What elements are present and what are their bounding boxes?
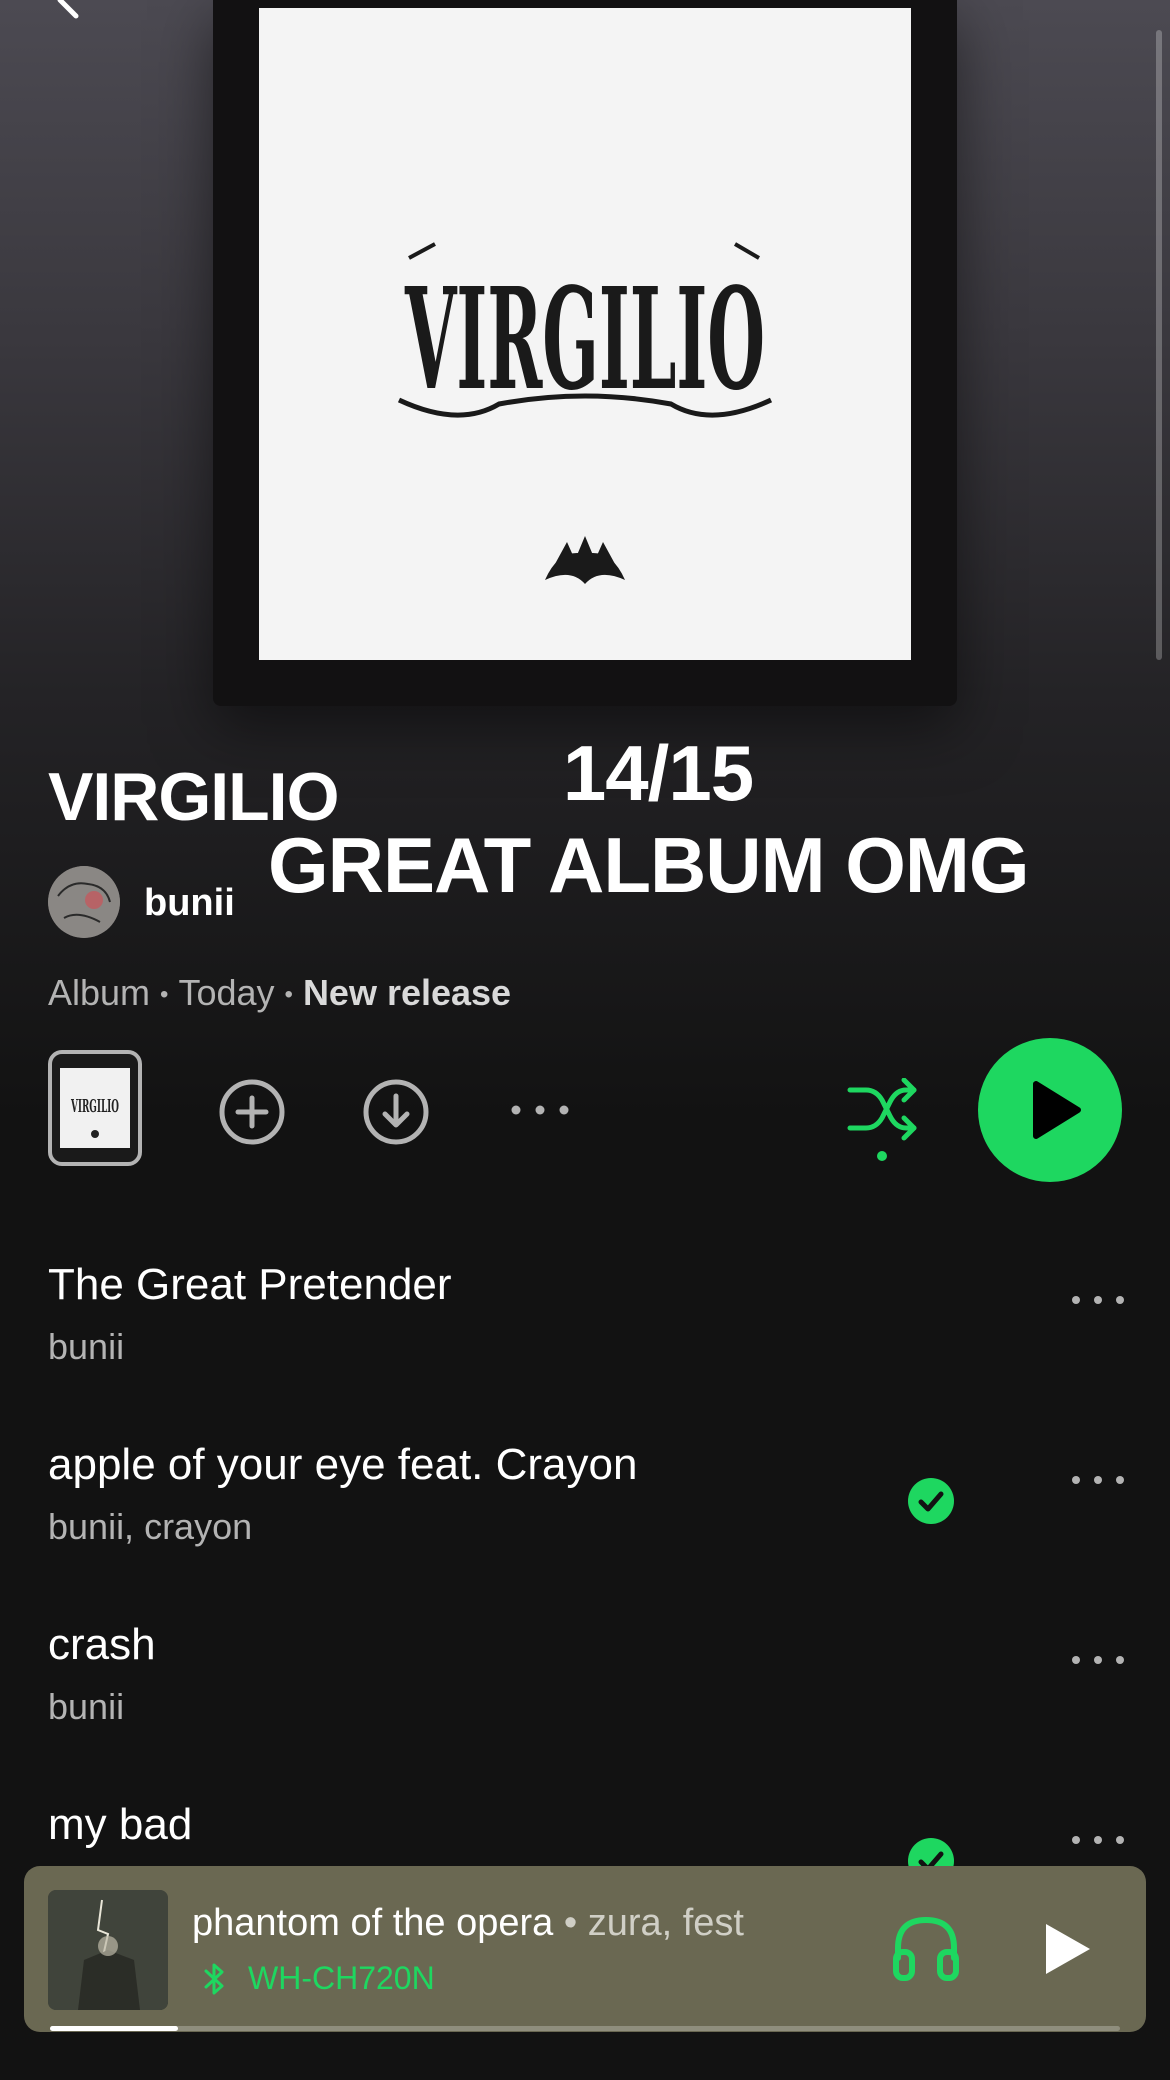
track-artist: bunii bbox=[48, 1326, 125, 1367]
more-icon[interactable] bbox=[1068, 1830, 1128, 1850]
track-artist: bunii, crayon bbox=[48, 1506, 253, 1547]
track-title: apple of your eye feat. Crayon bbox=[48, 1440, 638, 1489]
scrollbar-thumb[interactable] bbox=[1156, 30, 1162, 660]
play-icon bbox=[1033, 1081, 1081, 1139]
shuffle-icon[interactable] bbox=[846, 1078, 920, 1168]
new-release-label: New release bbox=[302, 972, 512, 1013]
add-circle-icon[interactable] bbox=[218, 1078, 286, 1146]
bluetooth-icon bbox=[204, 1963, 224, 1995]
album-cover-art: VIRGILIO bbox=[397, 242, 773, 584]
playback-progress-bar[interactable] bbox=[50, 2026, 1120, 2031]
chevron-left-icon[interactable] bbox=[40, 0, 100, 30]
track-row[interactable]: The Great Pretender bunii bbox=[48, 1260, 1128, 1410]
album-thumbnail[interactable]: VIRGILIO bbox=[48, 1050, 142, 1166]
overlay-caption: GREAT ALBUM OMG bbox=[268, 821, 1030, 909]
now-playing-bar[interactable]: phantom of the opera • zura, fest WH-CH7… bbox=[24, 1866, 1146, 2032]
track-title: The Great Pretender bbox=[48, 1260, 452, 1309]
play-icon[interactable] bbox=[1034, 1916, 1096, 1982]
now-playing-artist: zura, fest bbox=[587, 1902, 744, 1944]
overlay-score: 14/15 bbox=[562, 729, 754, 817]
track-artist: bunii bbox=[48, 1686, 125, 1727]
now-playing-art bbox=[48, 1890, 168, 2010]
album-meta: Album • Today • New release bbox=[48, 972, 512, 1013]
more-icon[interactable] bbox=[1068, 1650, 1128, 1670]
connected-device-label[interactable]: WH-CH720N bbox=[248, 1960, 435, 1997]
playback-progress-fill bbox=[50, 2026, 179, 2031]
headphones-icon[interactable] bbox=[888, 1910, 964, 1986]
more-icon[interactable] bbox=[1068, 1470, 1128, 1490]
album-cover: VIRGILIO bbox=[213, 0, 957, 706]
artist-name[interactable]: bunii bbox=[144, 882, 235, 925]
svg-text:VIRGILIO: VIRGILIO bbox=[71, 1096, 119, 1117]
now-playing-title: phantom of the opera bbox=[192, 1902, 554, 1944]
download-circle-icon[interactable] bbox=[362, 1078, 430, 1146]
album-date: Today bbox=[178, 972, 275, 1013]
avatar[interactable] bbox=[48, 866, 120, 938]
track-row[interactable]: apple of your eye feat. Crayon bunii, cr… bbox=[48, 1440, 1128, 1590]
more-icon[interactable] bbox=[1068, 1290, 1128, 1310]
downloaded-check-icon bbox=[908, 1478, 954, 1524]
cover-emblem-icon bbox=[545, 536, 625, 584]
shuffle-active-dot bbox=[877, 1151, 887, 1161]
more-icon[interactable] bbox=[508, 1100, 572, 1120]
album-type: Album bbox=[48, 972, 151, 1013]
now-playing-title-line: phantom of the opera • zura, fest bbox=[192, 1902, 744, 1945]
track-row[interactable]: crash bunii bbox=[48, 1620, 1128, 1770]
play-button[interactable] bbox=[978, 1038, 1122, 1182]
track-title: crash bbox=[48, 1620, 156, 1669]
now-playing-separator: • bbox=[553, 1902, 588, 1944]
track-title: my bad bbox=[48, 1800, 193, 1849]
